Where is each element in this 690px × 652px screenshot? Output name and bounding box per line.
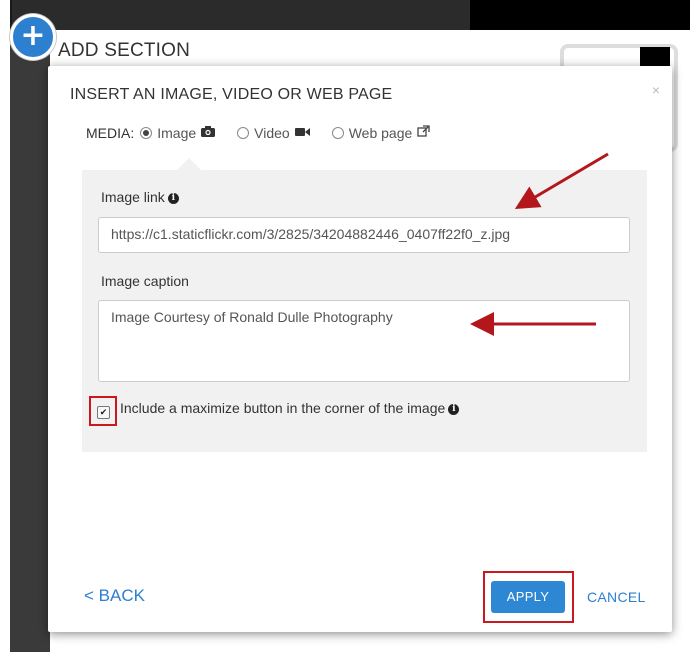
media-label: MEDIA:: [86, 125, 135, 141]
media-selector: MEDIA: Image Video Web page: [86, 125, 452, 141]
add-section-title: ADD SECTION: [58, 40, 191, 61]
maximize-checkbox-label: Include a maximize button in the corner …: [120, 400, 460, 416]
maximize-checkbox[interactable]: ✔: [97, 406, 110, 419]
editor-left-panel: [10, 30, 50, 652]
insert-media-dialog: INSERT AN IMAGE, VIDEO OR WEB PAGE × MED…: [48, 66, 672, 632]
video-radio[interactable]: [237, 127, 250, 139]
image-caption-textarea[interactable]: Image Courtesy of Ronald Dulle Photograp…: [98, 300, 630, 382]
camera-icon: [201, 126, 216, 140]
apply-button[interactable]: APPLY: [491, 581, 565, 613]
video-camera-icon: [294, 126, 310, 140]
media-option-webpage[interactable]: Web page: [331, 125, 431, 141]
dialog-title: INSERT AN IMAGE, VIDEO OR WEB PAGE: [70, 86, 393, 103]
back-button[interactable]: < BACK: [84, 586, 145, 606]
info-icon[interactable]: i: [448, 403, 460, 415]
media-option-image-label: Image: [157, 125, 197, 141]
media-option-video-label: Video: [254, 125, 290, 141]
external-link-icon: [417, 125, 430, 141]
image-radio[interactable]: [140, 127, 153, 139]
image-link-input[interactable]: https://c1.staticflickr.com/3/2825/34204…: [98, 217, 630, 253]
add-section-plus-icon[interactable]: +: [10, 14, 56, 60]
image-link-label: Image link i: [101, 189, 179, 205]
maximize-label-text: Include a maximize button in the corner …: [120, 400, 446, 416]
image-caption-label: Image caption: [101, 273, 189, 289]
close-icon[interactable]: ×: [652, 82, 660, 98]
media-option-image[interactable]: Image: [140, 125, 216, 141]
info-icon[interactable]: i: [167, 192, 179, 204]
webpage-radio[interactable]: [331, 127, 344, 139]
maximize-checkbox-highlight: ✔: [89, 396, 117, 426]
media-option-webpage-label: Web page: [348, 125, 413, 141]
image-link-label-text: Image link: [101, 189, 165, 205]
media-option-video[interactable]: Video: [237, 125, 310, 141]
cancel-button[interactable]: CANCEL: [587, 589, 646, 605]
